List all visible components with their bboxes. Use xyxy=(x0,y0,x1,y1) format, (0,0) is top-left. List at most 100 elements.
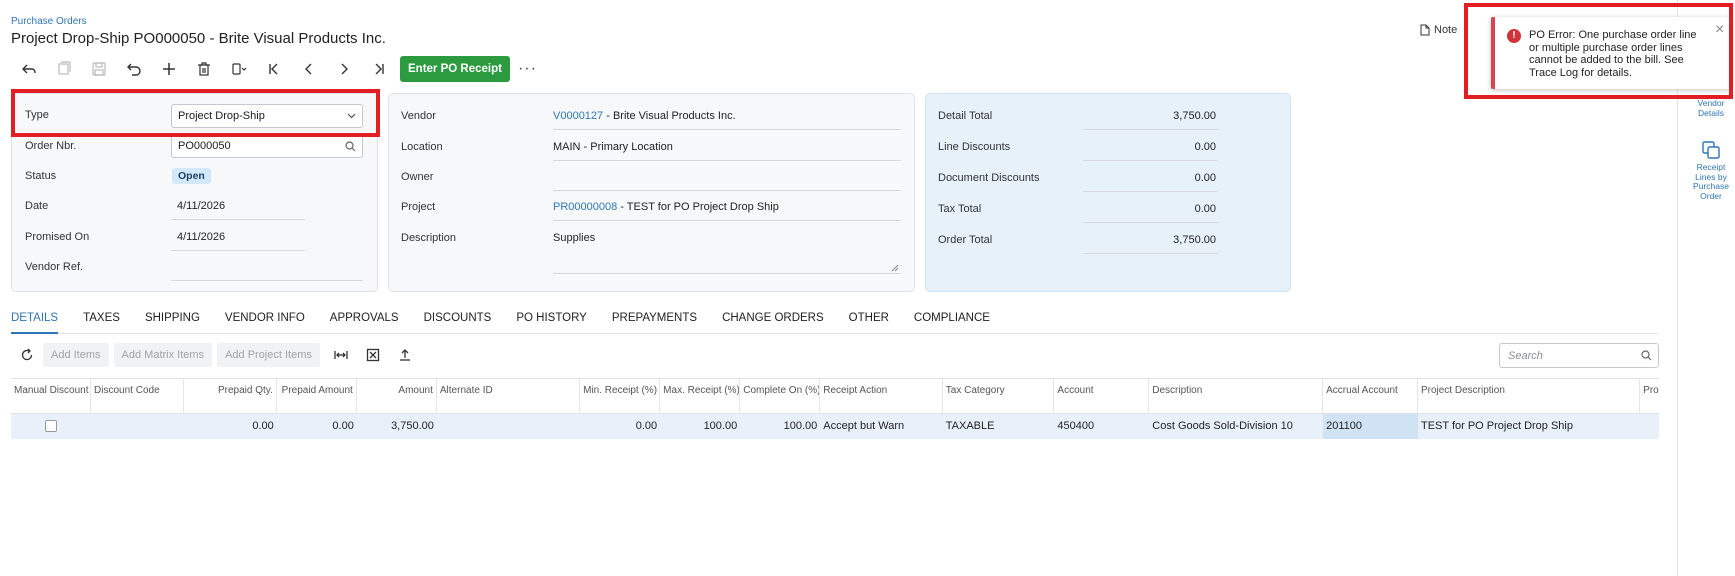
alternate-id-cell[interactable] xyxy=(437,414,580,439)
col-manual-discount[interactable]: Manual Discount xyxy=(11,379,92,413)
vendor-code-link[interactable]: V0000127 xyxy=(553,110,603,122)
breadcrumb[interactable]: Purchase Orders xyxy=(11,16,87,27)
upload-icon[interactable] xyxy=(389,343,421,367)
copy-paste-dropdown-icon[interactable] xyxy=(221,56,256,82)
amount-cell[interactable]: 3,750.00 xyxy=(357,414,437,439)
receipt-lines-link[interactable]: Receipt Lines by Purchase Order xyxy=(1688,162,1734,201)
accrual-account-cell[interactable]: 201100 xyxy=(1323,414,1418,439)
enter-po-receipt-button[interactable]: Enter PO Receipt xyxy=(400,56,510,82)
refresh-icon[interactable] xyxy=(11,343,43,367)
undo-icon[interactable] xyxy=(116,56,151,82)
col-prepaid-amount[interactable]: Prepaid Amount xyxy=(277,379,357,413)
order-nbr-input[interactable]: PO000050 xyxy=(171,134,363,158)
grid-search-box[interactable] xyxy=(1499,343,1659,368)
copy-disabled-icon[interactable] xyxy=(46,56,81,82)
save-icon[interactable] xyxy=(81,56,116,82)
description-textarea[interactable]: Supplies xyxy=(553,232,901,274)
min-receipt-cell[interactable]: 0.00 xyxy=(580,414,660,439)
prepaid-amount-cell[interactable]: 0.00 xyxy=(277,414,357,439)
manual-discount-checkbox[interactable] xyxy=(45,420,58,432)
vendor-details-link[interactable]: Vendor Details xyxy=(1688,98,1734,118)
next-record-icon[interactable] xyxy=(326,56,361,82)
grid-toolbar: Add Items Add Matrix Items Add Project I… xyxy=(11,342,421,368)
add-items-button[interactable]: Add Items xyxy=(43,343,109,367)
col-discount-code[interactable]: Discount Code xyxy=(91,379,184,413)
receipt-action-cell[interactable]: Accept but Warn xyxy=(820,414,943,439)
add-project-items-button[interactable]: Add Project Items xyxy=(217,343,320,367)
col-description[interactable]: Description xyxy=(1149,379,1324,413)
receipt-lines-icon[interactable] xyxy=(1702,141,1720,159)
manual-discount-cell[interactable] xyxy=(11,414,91,439)
more-actions-icon[interactable]: ··· xyxy=(518,60,537,78)
previous-record-icon[interactable] xyxy=(291,56,326,82)
col-accrual-account[interactable]: Accrual Account xyxy=(1323,379,1418,413)
grid-search-input[interactable] xyxy=(1506,348,1626,363)
tab-taxes[interactable]: TAXES xyxy=(83,311,120,334)
tab-po-history[interactable]: PO HISTORY xyxy=(516,311,587,334)
col-project-description[interactable]: Project Description xyxy=(1418,379,1641,413)
tab-approvals[interactable]: APPROVALS xyxy=(330,311,399,334)
tab-discounts[interactable]: DISCOUNTS xyxy=(424,311,492,334)
date-label: Date xyxy=(25,200,49,212)
pro-cell[interactable] xyxy=(1640,414,1659,439)
table-row[interactable]: 0.00 0.00 3,750.00 0.00 100.00 100.00 Ac… xyxy=(11,414,1659,439)
vendor-ref-label: Vendor Ref. xyxy=(25,261,84,273)
vendor-field[interactable]: V0000127 - Brite Visual Products Inc. xyxy=(553,110,901,130)
export-excel-icon[interactable] xyxy=(357,343,389,367)
tab-other[interactable]: OTHER xyxy=(849,311,889,334)
col-min-receipt[interactable]: Min. Receipt (%) xyxy=(580,379,661,413)
project-field[interactable]: PR00000008 - TEST for PO Project Drop Sh… xyxy=(553,201,901,221)
col-pro[interactable]: Pro xyxy=(1640,379,1659,413)
location-field[interactable]: MAIN - Primary Location xyxy=(553,141,901,161)
location-label: Location xyxy=(401,141,443,153)
col-alternate-id[interactable]: Alternate ID xyxy=(437,379,581,413)
fit-columns-icon[interactable] xyxy=(325,343,357,367)
tab-vendor-info[interactable]: VENDOR INFO xyxy=(225,311,305,334)
max-receipt-cell[interactable]: 100.00 xyxy=(660,414,740,439)
detail-total-value: 3,750.00 xyxy=(1083,110,1218,130)
col-max-receipt[interactable]: Max. Receipt (%) xyxy=(660,379,741,413)
discount-code-cell[interactable] xyxy=(91,414,184,439)
col-account[interactable]: Account xyxy=(1054,379,1150,413)
owner-field[interactable] xyxy=(553,171,901,191)
col-amount[interactable]: Amount xyxy=(357,379,437,413)
prepaid-qty-cell[interactable]: 0.00 xyxy=(184,414,277,439)
complete-on-cell[interactable]: 100.00 xyxy=(740,414,820,439)
delete-icon[interactable] xyxy=(186,56,221,82)
main-toolbar: Enter PO Receipt ··· xyxy=(11,56,537,82)
add-icon[interactable] xyxy=(151,56,186,82)
add-matrix-items-button[interactable]: Add Matrix Items xyxy=(113,343,213,367)
col-tax-category[interactable]: Tax Category xyxy=(943,379,1055,413)
project-label: Project xyxy=(401,201,436,213)
tab-shipping[interactable]: SHIPPING xyxy=(145,311,200,334)
promised-on-field[interactable]: 4/11/2026 xyxy=(171,231,305,251)
vendor-ref-field[interactable] xyxy=(171,261,363,281)
notes-link[interactable]: Note xyxy=(1420,24,1457,36)
search-icon xyxy=(345,140,356,151)
tab-details[interactable]: DETAILS xyxy=(11,311,59,334)
tax-category-cell[interactable]: TAXABLE xyxy=(943,414,1055,439)
vendor-label: Vendor xyxy=(401,110,436,122)
tab-change-orders[interactable]: CHANGE ORDERS xyxy=(722,311,824,334)
project-code-link[interactable]: PR00000008 xyxy=(553,201,617,213)
first-record-icon[interactable] xyxy=(256,56,291,82)
col-complete-on[interactable]: Complete On (%) xyxy=(740,379,821,413)
document-discounts-value: 0.00 xyxy=(1083,172,1218,192)
order-total-label: Order Total xyxy=(938,234,993,246)
tab-prepayments[interactable]: PREPAYMENTS xyxy=(612,311,697,334)
toast-highlight-box xyxy=(1464,3,1733,99)
last-record-icon[interactable] xyxy=(361,56,396,82)
project-description-cell[interactable]: TEST for PO Project Drop Ship xyxy=(1418,414,1640,439)
note-icon xyxy=(1420,24,1430,36)
tab-compliance[interactable]: COMPLIANCE xyxy=(914,311,990,334)
status-badge: Open xyxy=(172,168,211,184)
resize-handle-icon[interactable] xyxy=(891,264,899,272)
col-prepaid-qty[interactable]: Prepaid Qty. xyxy=(184,379,277,413)
status-label: Status xyxy=(25,170,57,182)
date-field[interactable]: 4/11/2026 xyxy=(171,200,305,220)
col-receipt-action[interactable]: Receipt Action xyxy=(820,379,943,413)
search-icon xyxy=(1641,350,1652,361)
description-cell[interactable]: Cost Goods Sold-Division 10 xyxy=(1149,414,1323,439)
account-cell[interactable]: 450400 xyxy=(1054,414,1149,439)
back-icon[interactable] xyxy=(11,56,46,82)
